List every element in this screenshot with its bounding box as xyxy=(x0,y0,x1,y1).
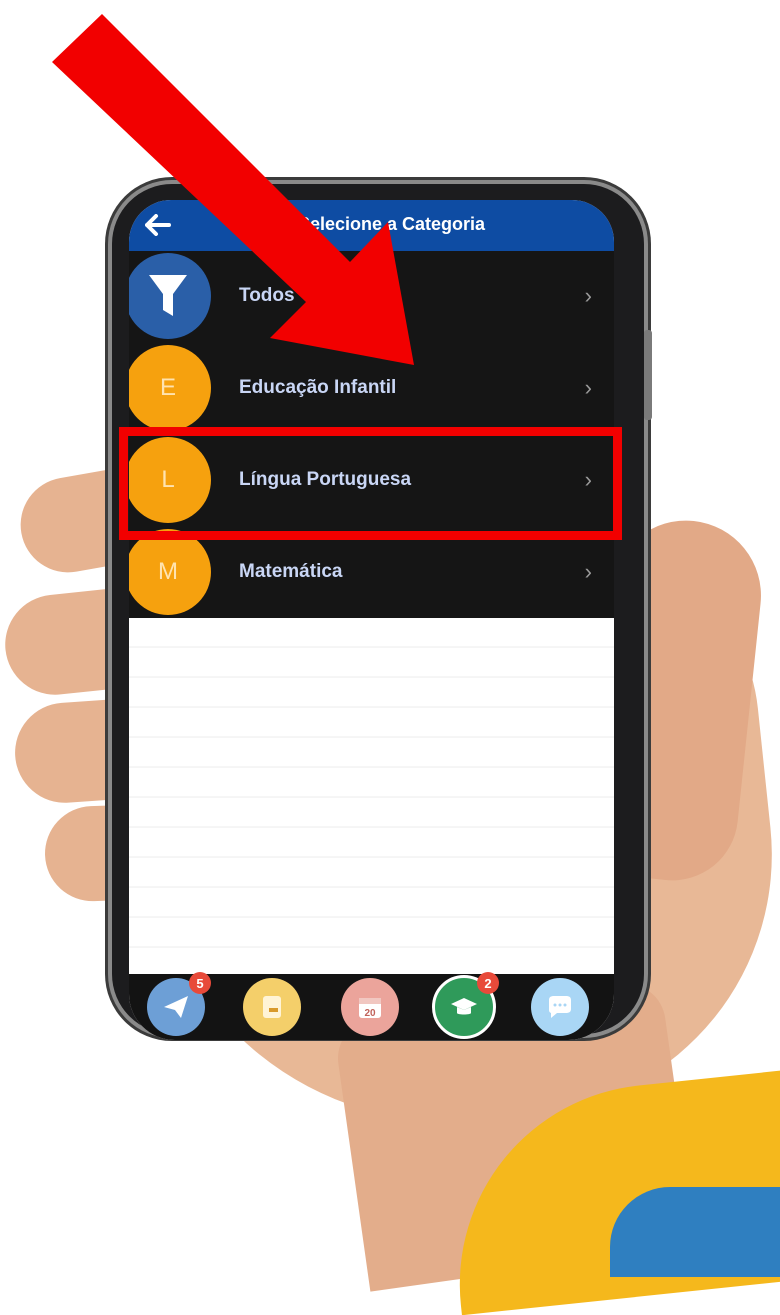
chevron-right-icon: › xyxy=(584,283,592,308)
filter-icon xyxy=(149,275,187,316)
chevron-right-icon: › xyxy=(584,559,592,584)
corner-decoration-blue xyxy=(610,1187,780,1277)
back-button[interactable] xyxy=(143,210,173,240)
app-header: Selecione a Categoria xyxy=(129,200,614,251)
category-avatar: M xyxy=(129,529,211,615)
category-label: Educação Infantil xyxy=(239,377,397,398)
notification-badge: 2 xyxy=(477,972,499,994)
category-label: Matemática xyxy=(239,561,343,582)
content-area xyxy=(129,618,614,978)
category-item-educacao-infantil[interactable]: E Educação Infantil › xyxy=(129,343,614,435)
svg-text:20: 20 xyxy=(364,1008,376,1019)
chevron-right-icon: › xyxy=(584,375,592,400)
category-label: Todos xyxy=(239,285,295,306)
category-avatar xyxy=(129,253,211,339)
category-item-todos[interactable]: Todos › xyxy=(129,251,614,343)
highlight-box xyxy=(119,427,622,540)
notebook-icon xyxy=(263,996,281,1018)
chat-bubble-icon xyxy=(549,996,571,1018)
nav-calendar-button[interactable]: 20 xyxy=(341,978,399,1036)
phone-side-button xyxy=(644,330,652,420)
bottom-navigation: 5 20 2 xyxy=(129,972,614,1040)
category-avatar: E xyxy=(129,345,211,431)
graduation-cap-icon xyxy=(451,998,477,1015)
arrow-left-icon xyxy=(145,214,171,236)
notification-badge: 5 xyxy=(189,972,211,994)
nav-courses-button[interactable]: 2 xyxy=(432,972,499,1039)
page-title: Selecione a Categoria xyxy=(297,214,486,234)
calendar-icon: 20 xyxy=(359,998,381,1019)
nav-chat-button[interactable] xyxy=(531,978,589,1036)
nav-send-button[interactable]: 5 xyxy=(147,972,211,1036)
nav-notes-button[interactable] xyxy=(243,978,301,1036)
category-item-matematica[interactable]: M Matemática › xyxy=(129,527,614,619)
paper-plane-icon xyxy=(164,996,188,1018)
phone-screen: Selecione a Categoria Todos › E Educação… xyxy=(129,200,614,1040)
